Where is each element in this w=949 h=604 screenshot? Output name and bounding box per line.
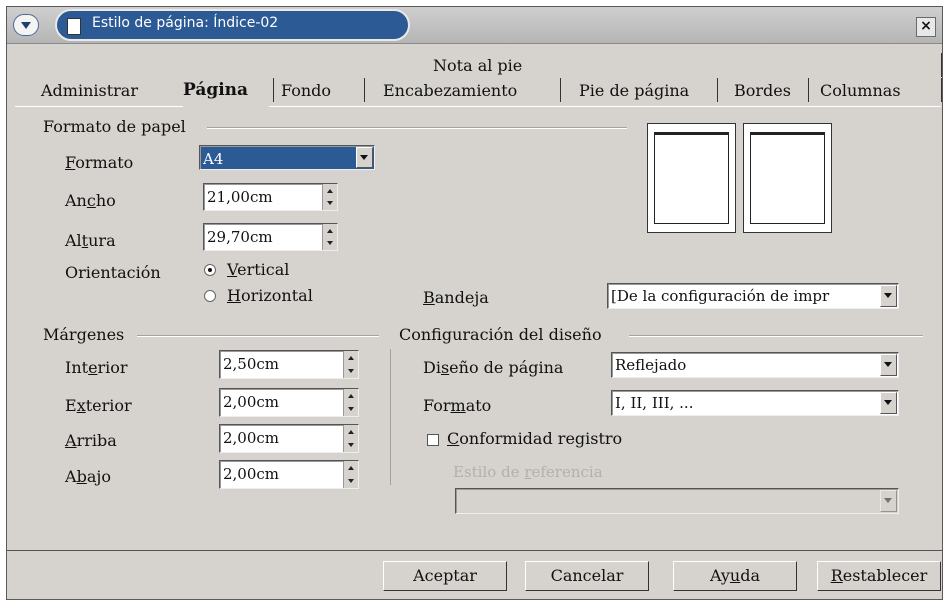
tray-select[interactable]: [De la configuración de impr [607,283,899,309]
tab-strip-edge [15,106,183,107]
format-select[interactable]: A4 [199,145,375,170]
outer-stepper[interactable]: 2,00cm [219,388,359,417]
tab-separator [941,78,942,102]
numbering-format-value: I, II, III, ... [615,394,694,412]
inner-value: 2,50cm [223,355,280,373]
chevron-down-icon[interactable] [880,285,897,307]
register-true-label[interactable]: Conformidad registro [447,429,622,448]
tab-columns[interactable]: Columnas [820,81,901,100]
spin-arrows-icon[interactable] [343,389,358,416]
title-bar: Estilo de página: Índice-02 × [7,7,942,44]
orientation-label: Orientación [65,263,161,282]
spin-arrows-icon[interactable] [343,461,358,488]
paper-format-heading: Formato de papel [43,117,186,136]
tab-footnote[interactable]: Nota al pie [433,56,522,75]
section-divider [629,336,923,337]
chevron-down-icon[interactable] [356,147,373,168]
close-icon[interactable]: × [916,17,936,37]
reference-style-select[interactable] [455,488,899,514]
cancel-button[interactable]: Cancelar [525,561,649,591]
vertical-label[interactable]: Vertical [227,260,289,279]
outer-label: Exterior [65,396,132,415]
reset-button[interactable]: Restablecer [817,561,941,591]
top-label: Arriba [65,431,117,450]
ok-button[interactable]: Aceptar [383,561,507,591]
page-layout-select[interactable]: Reflejado [611,352,899,378]
margins-heading: Márgenes [43,325,125,344]
tab-background[interactable]: Fondo [281,81,331,100]
width-value: 21,00cm [207,188,273,206]
format-label: Formato [65,153,134,172]
page-layout-value: Reflejado [615,356,687,374]
window-title: Estilo de página: Índice-02 [92,15,279,31]
chevron-down-icon[interactable] [880,354,897,376]
page-preview-left [647,123,736,233]
register-true-checkbox[interactable] [427,434,439,446]
inner-stepper[interactable]: 2,50cm [219,350,359,379]
tab-strip-edge [269,106,941,107]
tab-header[interactable]: Encabezamiento [383,81,517,100]
tab-separator [808,78,809,102]
tray-label: Bandeja [423,288,489,307]
radio-horizontal[interactable] [204,290,216,302]
page-layout-label: Diseño de página [423,358,564,377]
numbering-format-label: Formato [423,396,492,415]
tab-separator [273,78,274,102]
chevron-down-icon[interactable] [880,392,897,414]
section-divider [137,336,379,337]
section-divider [207,128,627,129]
page-preview-right [743,123,832,233]
bottom-stepper[interactable]: 2,00cm [219,460,359,489]
format-select-value: A4 [203,150,224,168]
tab-borders[interactable]: Bordes [734,81,791,100]
tab-manage[interactable]: Administrar [41,81,138,100]
spin-arrows-icon[interactable] [343,425,358,452]
height-label: Altura [65,231,116,250]
bottom-label: Abajo [65,467,111,486]
layout-settings-heading: Configuración del diseño [399,325,602,344]
tab-page[interactable]: Página [183,80,248,100]
inner-label: Interior [65,358,128,377]
radio-vertical[interactable] [204,264,216,276]
spin-arrows-icon[interactable] [322,224,337,250]
top-value: 2,00cm [223,429,280,447]
spin-arrows-icon[interactable] [322,184,337,210]
height-stepper[interactable]: 29,70cm [203,223,338,251]
help-button[interactable]: Ayuda [673,561,797,591]
tab-footer[interactable]: Pie de página [579,81,689,100]
document-icon [67,18,81,35]
width-label: Ancho [65,191,116,210]
vertical-divider [390,349,391,485]
width-stepper[interactable]: 21,00cm [203,183,338,211]
tray-select-value: [De la configuración de impr [611,287,830,305]
page-style-dialog: Estilo de página: Índice-02 × Nota al pi… [6,6,943,600]
tab-separator [941,53,942,77]
horizontal-label[interactable]: Horizontal [227,286,313,305]
bottom-value: 2,00cm [223,465,280,483]
spin-arrows-icon[interactable] [343,351,358,378]
numbering-format-select[interactable]: I, II, III, ... [611,390,899,416]
tab-separator [364,78,365,102]
chevron-down-icon[interactable] [880,490,897,512]
height-value: 29,70cm [207,228,273,246]
button-area-divider [7,550,942,551]
tab-separator [717,78,718,102]
outer-value: 2,00cm [223,393,280,411]
window-menu-icon[interactable] [13,14,39,36]
top-stepper[interactable]: 2,00cm [219,424,359,453]
tab-separator [560,78,561,102]
reference-style-label: Estilo de referencia [453,463,603,481]
